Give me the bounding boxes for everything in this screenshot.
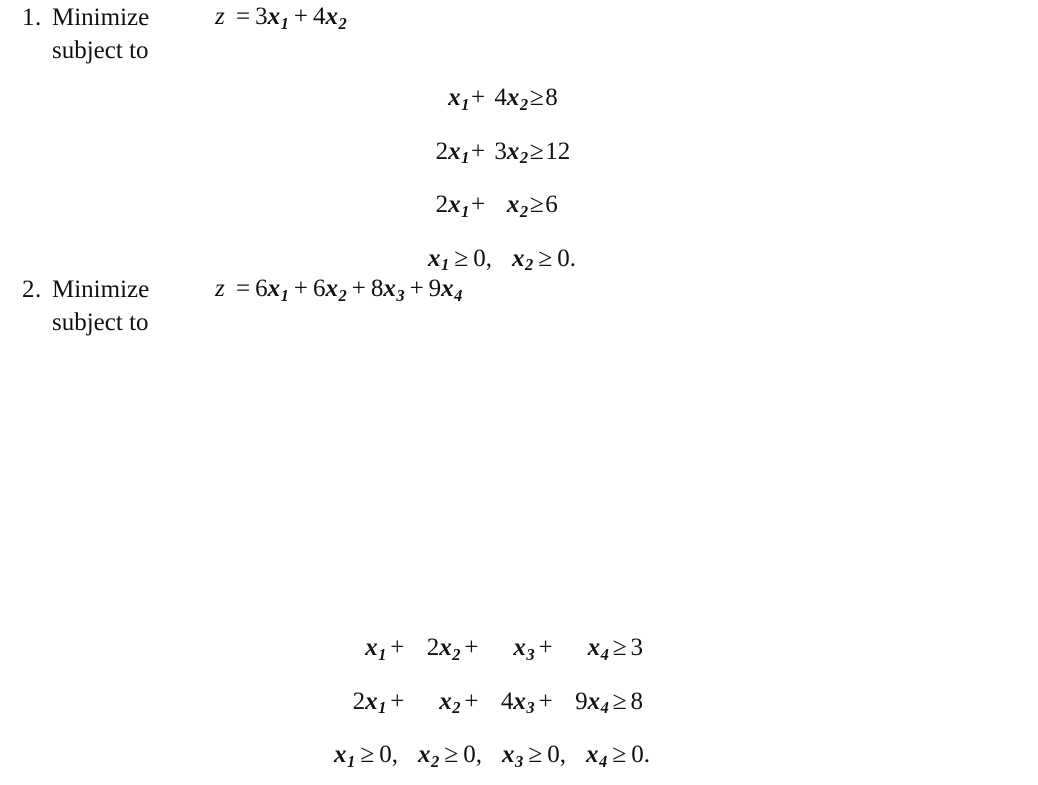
constraint-term: x1	[448, 84, 470, 114]
constraint-row: x1 + 4x2 ≥ 8	[428, 74, 576, 128]
problem-2-minimize-label: Minimize	[52, 276, 150, 303]
nonnegativity-item: x4 ≥0.	[586, 739, 650, 771]
constraint-row: x1 + 2x2 + x3 + x4 ≥ 3	[334, 624, 650, 678]
problem-2-constraints: x1 + 2x2 + x3 + x4 ≥ 3 2x1 + x2 + 4x3 + …	[334, 624, 650, 785]
nonnegativity-item: x3 ≥0,	[502, 739, 566, 771]
problem-1-subject-to-label: subject to	[52, 37, 149, 64]
constraint-rhs: 8	[545, 84, 558, 111]
problem-1-header: 1. Minimize subject to z = 3x1 +4x2	[0, 0, 1038, 80]
nonnegativity-item: x1 ≥0,	[334, 739, 398, 771]
constraint-term: 2x1	[435, 137, 470, 168]
objective-equals: =	[235, 275, 251, 302]
constraint-term: x2	[506, 191, 529, 221]
nonnegativity-item: x2 ≥0,	[418, 739, 482, 771]
relation-symbol: ≥	[529, 189, 544, 219]
nonnegativity-constraints: x1 ≥0, x2 ≥0, x3 ≥0, x4 ≥0.	[334, 731, 650, 785]
constraint-term: 3x2	[494, 137, 529, 168]
plus-operator: +	[351, 275, 366, 302]
problem-1-objective: z = 3x1 +4x2	[215, 3, 347, 34]
constraint-rhs: 12	[545, 137, 571, 165]
constraint-term: 2x1	[435, 191, 470, 221]
problem-2-header: 2. Minimize subject to z = 6x1 +6x2 +8x3 +9x…	[0, 272, 1038, 352]
page-canvas: 1. Minimize subject to z = 3x1 +4x2 x1 + 4…	[0, 0, 1038, 771]
objective-term: 8x3	[370, 275, 405, 305]
constraint-term: 2x1	[352, 687, 387, 718]
plus-operator: +	[471, 137, 486, 165]
constraint-rhs: 6	[545, 191, 558, 219]
constraint-term: 4x2	[494, 84, 529, 114]
plus-operator: +	[390, 687, 405, 715]
nonnegativity-item: x2 ≥0.	[512, 242, 576, 275]
relation-symbol: ≥	[529, 135, 544, 165]
objective-term: 3x1	[255, 3, 289, 33]
nonnegativity-item: x1 ≥0,	[428, 242, 492, 275]
plus-operator: +	[464, 634, 479, 661]
constraint-term: 9x4	[575, 687, 609, 718]
objective-term: 6x2	[312, 275, 347, 305]
plus-operator: +	[538, 687, 553, 715]
problem-2-objective: z = 6x1 +6x2 +8x3 +9x4	[215, 275, 462, 306]
objective-term: 9x4	[428, 275, 463, 305]
constraint-term: x4	[587, 634, 609, 664]
plus-operator: +	[390, 634, 405, 661]
problem-1: 1. Minimize subject to z = 3x1 +4x2 x1 + 4…	[0, 0, 1038, 274]
plus-operator: +	[409, 275, 424, 302]
constraint-row: 2x1 + 3x2 ≥ 12	[428, 128, 576, 182]
problem-2: 2. Minimize subject to z = 6x1 +6x2 +8x3 +9x…	[0, 272, 1038, 771]
objective-term: 4x2	[312, 3, 347, 33]
plus-operator: +	[293, 3, 308, 30]
plus-operator: +	[471, 84, 486, 111]
constraint-term: 2x2	[426, 634, 461, 664]
constraint-term: 4x3	[500, 687, 535, 718]
relation-symbol: ≥	[612, 685, 627, 715]
plus-operator: +	[471, 191, 486, 219]
objective-equals: =	[235, 3, 251, 30]
plus-operator: +	[538, 634, 553, 661]
problem-1-constraints: x1 + 4x2 ≥ 8 2x1 + 3x2 ≥ 12 2x1 + x2 ≥ 6	[428, 74, 576, 288]
constraint-rhs: 8	[630, 687, 644, 715]
problem-2-number: 2.	[22, 276, 42, 303]
plus-operator: +	[464, 687, 479, 715]
constraint-term: x2	[439, 687, 461, 718]
objective-term: 6x1	[255, 275, 289, 305]
relation-symbol: ≥	[529, 82, 544, 111]
constraint-row: 2x1 + x2 ≥ 6	[428, 181, 576, 235]
problem-1-minimize-label: Minimize	[52, 4, 150, 31]
constraint-row: 2x1 + x2 + 4x3 + 9x4 ≥ 8	[334, 678, 650, 732]
problem-1-number: 1.	[22, 4, 42, 31]
plus-operator: +	[293, 275, 308, 302]
constraint-term: x1	[365, 634, 387, 664]
constraint-rhs: 3	[630, 634, 644, 661]
objective-lhs: z	[215, 3, 225, 30]
problem-2-subject-to-label: subject to	[52, 309, 149, 336]
constraint-term: x3	[513, 634, 535, 664]
objective-lhs: z	[215, 275, 225, 302]
relation-symbol: ≥	[612, 632, 627, 661]
nonnegativity-row: x1 ≥0, x2 ≥0, x3 ≥0, x4 ≥0.	[334, 731, 650, 785]
